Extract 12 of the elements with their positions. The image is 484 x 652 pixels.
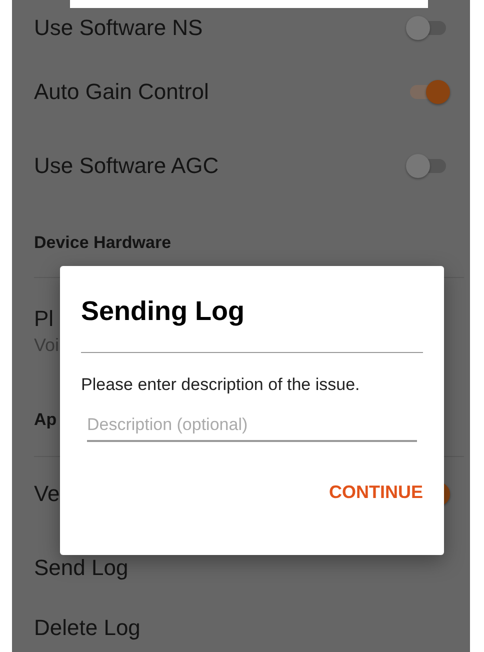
section-header: Device Hardware xyxy=(34,233,172,253)
setting-label[interactable]: Send Log xyxy=(34,555,128,581)
description-field[interactable]: Description (optional) xyxy=(87,411,417,442)
section-header: Ap xyxy=(34,410,57,430)
setting-label[interactable]: Pl xyxy=(34,306,60,332)
setting-label[interactable]: Delete Log xyxy=(34,614,140,640)
setting-label[interactable]: Use Software NS xyxy=(34,14,203,40)
dialog-message: Please enter description of the issue. xyxy=(81,375,361,395)
setting-label[interactable]: Use Software AGC xyxy=(34,153,219,179)
setting-label[interactable]: Auto Gain Control xyxy=(34,79,209,105)
setting-label[interactable]: Ve xyxy=(34,481,60,507)
dialog-title: Sending Log xyxy=(81,296,246,328)
